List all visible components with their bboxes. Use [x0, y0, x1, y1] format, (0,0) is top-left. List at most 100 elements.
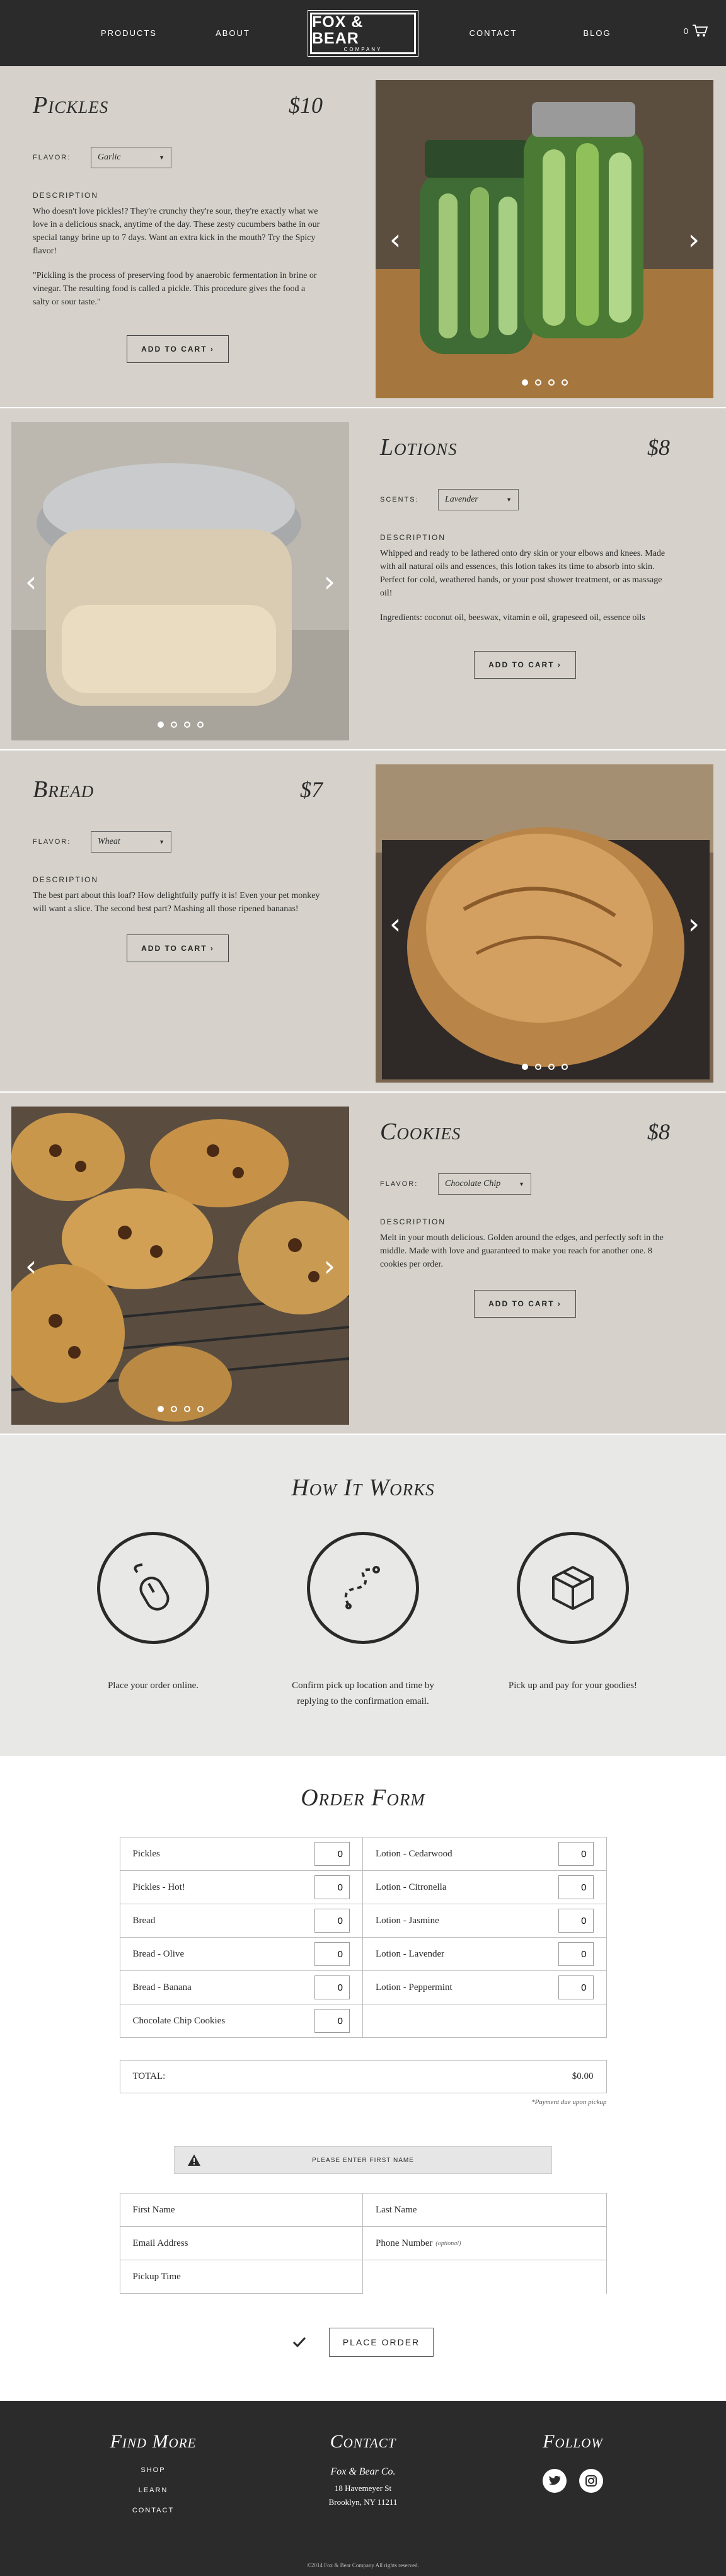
company-name: Fox & Bear Co. [330, 2466, 396, 2477]
validation-alert: PLEASE ENTER FIRST NAME [174, 2146, 552, 2174]
last-name-field[interactable]: Last Name [363, 2194, 606, 2227]
product-title: Pickles [33, 92, 109, 118]
product-info: Pickles $10 FLAVOR: Garlic ▼ DESCRIPTION W… [33, 91, 323, 363]
add-to-cart-button[interactable]: ADD TO CART › [474, 651, 576, 679]
flavor-select[interactable]: Garlic ▼ [91, 147, 171, 168]
quantity-input[interactable] [314, 1975, 350, 1999]
slider-dot[interactable] [183, 1406, 190, 1412]
phone-field[interactable]: Phone Number (optional) [363, 2227, 606, 2260]
slider-prev-icon[interactable]: ‹ [25, 1251, 37, 1280]
nav-contact[interactable]: CONTACT [441, 28, 545, 38]
select-value: Lavender [445, 495, 478, 504]
nav-about[interactable]: ABOUT [181, 28, 285, 38]
quantity-input[interactable] [558, 1975, 594, 1999]
flavor-select[interactable]: Wheat ▼ [91, 831, 171, 853]
order-item: Pickles - Hot! [120, 1871, 363, 1904]
email-field[interactable]: Email Address [120, 2227, 363, 2260]
slider-next-icon[interactable]: › [688, 225, 700, 254]
order-item: Lotion - Lavender [363, 1938, 606, 1971]
flavor-select[interactable]: Chocolate Chip ▼ [438, 1173, 531, 1195]
description-heading: DESCRIPTION [33, 191, 99, 200]
slider-dot[interactable] [170, 1406, 177, 1412]
twitter-icon[interactable] [543, 2469, 567, 2493]
logo[interactable]: FOX & BEAR COMPANY [308, 9, 418, 57]
item-name: Pickles - Hot! [132, 1882, 185, 1892]
product-pickles: Pickles $10 FLAVOR: Garlic ▼ DESCRIPTION W… [0, 66, 726, 408]
slider-prev-icon[interactable]: ‹ [389, 225, 401, 254]
footer-contact: Contact Fox & Bear Co. 18 Havemeyer St B… [258, 2431, 468, 2514]
slider-dot[interactable] [170, 722, 177, 728]
product-bread: Bread $7 FLAVOR: Wheat ▼ DESCRIPTION The b… [0, 750, 726, 1093]
slider-next-icon[interactable]: › [688, 909, 700, 938]
site-header: PRODUCTS ABOUT FOX & BEAR COMPANY CONTAC… [0, 0, 726, 66]
quantity-input[interactable] [314, 1842, 350, 1866]
slider-dot[interactable] [548, 1064, 555, 1070]
slider-dot[interactable] [157, 722, 164, 728]
quantity-input[interactable] [314, 1875, 350, 1899]
description-text: Whipped and ready to be lathered onto dr… [380, 549, 666, 598]
slider-dots [376, 1064, 713, 1070]
item-name: Bread - Banana [132, 1982, 192, 1992]
pickup-time-field[interactable]: Pickup Time [120, 2260, 363, 2294]
product-lotions: ‹ › Lotions $8 SCENTS: Lavender ▼ DESCRIPTI… [0, 408, 726, 750]
slider-dot[interactable] [197, 1406, 204, 1412]
product-price: $10 [289, 93, 323, 118]
nav-blog[interactable]: BLOG [545, 28, 649, 38]
copyright: ©2014 Fox & Bear Company All rights rese… [307, 2562, 419, 2568]
add-to-cart-button[interactable]: ADD TO CART › [127, 934, 229, 962]
quantity-input[interactable] [558, 1942, 594, 1966]
slider-dot[interactable] [197, 722, 204, 728]
footer-link-learn[interactable]: LEARN [49, 2487, 258, 2494]
order-form: Order Form Pickles Lotion - Cedarwood Pi… [0, 1756, 726, 2357]
quantity-input[interactable] [314, 1909, 350, 1933]
first-name-field[interactable]: First Name [120, 2194, 363, 2227]
product-info: Bread $7 FLAVOR: Wheat ▼ DESCRIPTION The b… [33, 776, 323, 962]
slider-prev-icon[interactable]: ‹ [389, 909, 401, 938]
slider-dot[interactable] [534, 1064, 541, 1070]
add-to-cart-button[interactable]: ADD TO CART › [474, 1290, 576, 1318]
instagram-icon[interactable] [579, 2469, 603, 2493]
product-image-slider[interactable]: ‹ › [11, 1107, 349, 1425]
slider-prev-icon[interactable]: ‹ [25, 567, 37, 596]
steps: Place your order online. Confirm pick up… [0, 1532, 726, 1710]
slider-dot[interactable] [521, 379, 528, 386]
slider-dot[interactable] [561, 1064, 568, 1070]
step-circle [517, 1532, 629, 1644]
add-to-cart-button[interactable]: ADD TO CART › [127, 335, 229, 363]
cart-count: 0 [683, 26, 688, 36]
quantity-input[interactable] [314, 2009, 350, 2033]
product-image-slider[interactable]: ‹ › [11, 422, 349, 740]
route-icon [344, 1566, 380, 1609]
item-name: Lotion - Citronella [376, 1882, 447, 1892]
main-nav: PRODUCTS ABOUT FOX & BEAR COMPANY CONTAC… [77, 9, 649, 57]
slider-next-icon[interactable]: › [324, 567, 335, 596]
empty-cell [363, 2004, 606, 2038]
footer-link-shop[interactable]: SHOP [49, 2466, 258, 2474]
cart-button[interactable]: 0 [684, 24, 708, 38]
slider-dot[interactable] [534, 379, 541, 386]
quantity-input[interactable] [314, 1942, 350, 1966]
quantity-input[interactable] [558, 1842, 594, 1866]
quantity-input[interactable] [558, 1909, 594, 1933]
item-name: Chocolate Chip Cookies [132, 2015, 226, 2026]
order-item: Chocolate Chip Cookies [120, 2004, 363, 2038]
slider-dot[interactable] [561, 379, 568, 386]
scent-select[interactable]: Lavender ▼ [438, 489, 519, 510]
footer-follow: Follow [468, 2431, 678, 2514]
product-image-slider[interactable]: ‹ › [376, 80, 713, 398]
product-info: Lotions $8 SCENTS: Lavender ▼ DESCRIPTION … [380, 434, 670, 679]
footer-link-contact[interactable]: CONTACT [49, 2507, 258, 2514]
slider-dot[interactable] [548, 379, 555, 386]
product-image-slider[interactable]: ‹ › [376, 764, 713, 1083]
quantity-input[interactable] [558, 1875, 594, 1899]
slider-next-icon[interactable]: › [324, 1251, 335, 1280]
optional-hint: (optional) [435, 2240, 461, 2247]
product-price: $8 [647, 1119, 670, 1144]
item-name: Lotion - Peppermint [376, 1982, 452, 1992]
item-name: Lotion - Jasmine [376, 1915, 439, 1926]
slider-dot[interactable] [521, 1064, 528, 1070]
nav-products[interactable]: PRODUCTS [77, 28, 181, 38]
slider-dot[interactable] [183, 722, 190, 728]
slider-dot[interactable] [157, 1406, 164, 1412]
place-order-button[interactable]: PLACE ORDER [329, 2328, 434, 2357]
